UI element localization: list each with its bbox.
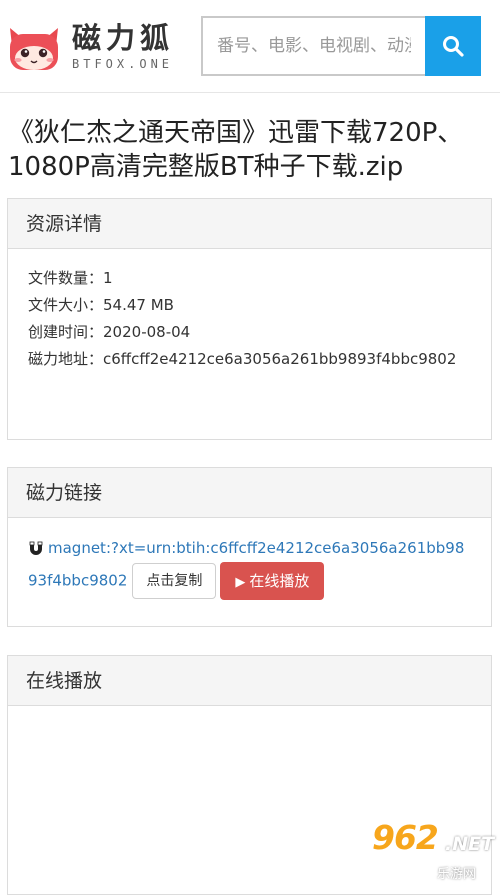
detail-label: 创建时间：: [28, 323, 104, 341]
play-online-button[interactable]: ▶ 在线播放: [220, 562, 325, 600]
site-logo-domain: BTFOX.ONE: [72, 57, 174, 71]
search-icon: [443, 36, 464, 57]
detail-row-created-date: 创建时间： 2020-08-04: [28, 319, 471, 346]
magnet-link-heading: 磁力链接: [8, 468, 491, 518]
detail-label: 磁力地址：: [28, 350, 104, 368]
watermark-net: .NET: [445, 833, 495, 855]
detail-value: c6ffcff2e4212ce6a3056a261bb9893f4bbc9802: [103, 350, 457, 368]
detail-row-file-count: 文件数量： 1: [28, 265, 471, 292]
copy-button[interactable]: 点击复制: [132, 563, 217, 599]
fox-logo-icon[interactable]: [6, 22, 62, 72]
detail-value: 1: [103, 269, 113, 287]
detail-value: 54.47 MB: [103, 296, 174, 314]
resource-details-heading: 资源详情: [8, 199, 491, 249]
magnet-icon: [29, 541, 43, 555]
site-header: 磁力狐 BTFOX.ONE: [0, 0, 500, 93]
page-title: 《狄仁杰之通天帝国》迅雷下载720P、1080P高清完整版BT种子下载.zip: [8, 118, 464, 182]
detail-row-file-size: 文件大小： 54.47 MB: [28, 292, 471, 319]
resource-details-panel: 资源详情 文件数量： 1 文件大小： 54.47 MB 创建时间： 2020-0…: [7, 198, 492, 440]
detail-label: 文件数量：: [28, 269, 104, 287]
search-input[interactable]: [201, 16, 425, 76]
play-icon: ▶: [235, 575, 246, 590]
search-button[interactable]: [425, 16, 481, 76]
magnet-link-body: magnet:?xt=urn:btih:c6ffcff2e4212ce6a305…: [8, 518, 491, 616]
resource-details-body: 文件数量： 1 文件大小： 54.47 MB 创建时间： 2020-08-04 …: [8, 249, 491, 389]
site-watermark: 962 .NET 乐游网: [362, 816, 498, 886]
detail-value: 2020-08-04: [103, 323, 191, 341]
watermark-sub: 乐游网: [437, 867, 477, 882]
play-online-label: 在线播放: [249, 572, 310, 590]
detail-label: 文件大小：: [28, 296, 104, 314]
online-play-heading: 在线播放: [8, 656, 491, 706]
watermark-number: 962: [372, 818, 439, 857]
detail-row-magnet-hash: 磁力地址： c6ffcff2e4212ce6a3056a261bb9893f4b…: [28, 346, 471, 373]
magnet-link-panel: 磁力链接 magnet:?xt=urn:btih:c6ffcff2e4212ce…: [7, 467, 492, 627]
site-logo-name[interactable]: 磁力狐: [72, 20, 174, 56]
